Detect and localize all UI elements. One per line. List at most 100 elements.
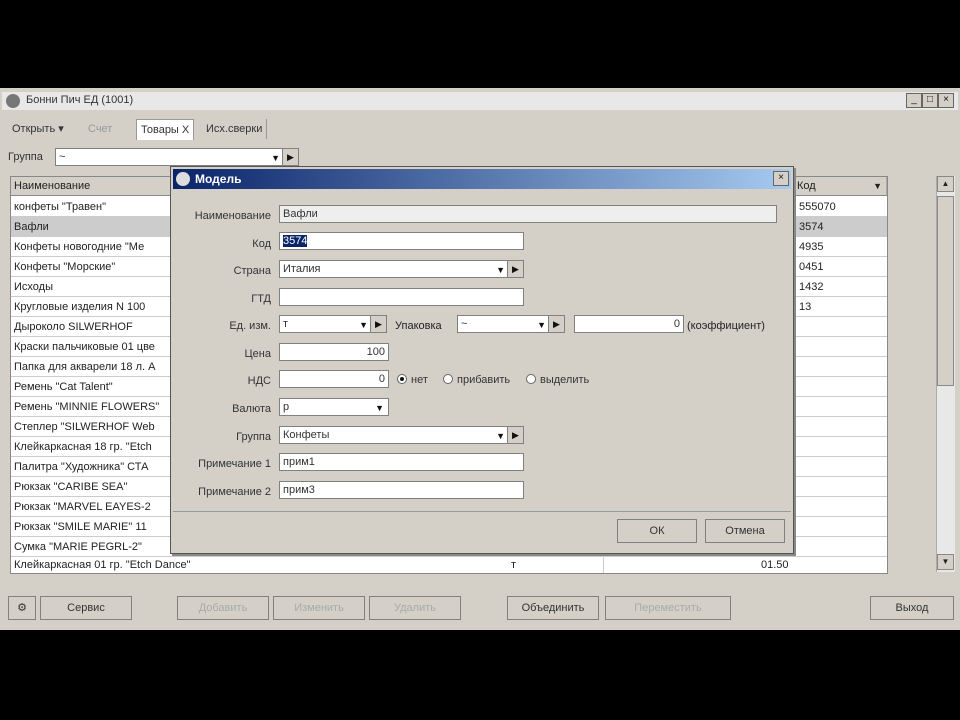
- code-field[interactable]: 3574: [279, 232, 524, 250]
- table-row-code[interactable]: [794, 397, 887, 417]
- group-filter-select[interactable]: ~ ▼ ▶: [55, 148, 299, 166]
- dialog-divider: [173, 511, 791, 512]
- table-row-code[interactable]: [794, 437, 887, 457]
- move-button[interactable]: Переместить: [605, 596, 731, 620]
- group-value: Конфеты: [283, 429, 330, 441]
- table-row-code[interactable]: [794, 537, 887, 557]
- group-filter-value: ~: [59, 151, 66, 163]
- table-row-name[interactable]: Палитра "Художника" СТА: [11, 457, 171, 477]
- exit-button[interactable]: Выход: [870, 596, 954, 620]
- vat-radio-none[interactable]: [397, 374, 407, 384]
- table-row-name[interactable]: Папка для акварели 18 л. А: [11, 357, 171, 377]
- arrow-right-icon[interactable]: ▶: [370, 316, 386, 332]
- note2-field[interactable]: прим3: [279, 481, 524, 499]
- table-row-name[interactable]: Рюкзак "CARIBE SEA": [11, 477, 171, 497]
- table-row-name[interactable]: Ремень "Cat Talent": [11, 377, 171, 397]
- vat-radio-extract[interactable]: [526, 374, 536, 384]
- table-row-code[interactable]: [794, 357, 887, 377]
- table-row-name[interactable]: Кругловые изделия N 100: [11, 297, 171, 317]
- cancel-button[interactable]: Отмена: [705, 519, 785, 543]
- unit-label: Ед. изм.: [229, 320, 271, 332]
- table-row-name[interactable]: Клейкаркасная 18 гр. "Etch: [11, 437, 171, 457]
- edit-button[interactable]: Изменить: [273, 596, 365, 620]
- arrow-right-icon[interactable]: ▶: [507, 427, 523, 443]
- column-header-name[interactable]: Наименование: [11, 177, 171, 196]
- table-row-code[interactable]: 555070: [794, 197, 887, 217]
- table-row-name[interactable]: Конфеты "Морские": [11, 257, 171, 277]
- table-row-name[interactable]: конфеты "Травен": [11, 197, 171, 217]
- table-row-code[interactable]: 0451: [794, 257, 887, 277]
- app-icon: [6, 94, 20, 108]
- name-field[interactable]: Вафли: [279, 205, 777, 223]
- table-row-code[interactable]: [794, 337, 887, 357]
- tab-open[interactable]: Открыть ▾: [8, 119, 68, 139]
- chevron-down-icon: ▼: [359, 320, 368, 330]
- minimize-button[interactable]: _: [906, 93, 922, 108]
- table-row-name[interactable]: Исходы: [11, 277, 171, 297]
- column-header-code-label: Код: [797, 180, 816, 192]
- column-header-code[interactable]: Код ▼: [794, 177, 887, 196]
- merge-button[interactable]: Объединить: [507, 596, 599, 620]
- table-row-code[interactable]: [794, 477, 887, 497]
- table-row-code[interactable]: [794, 457, 887, 477]
- price-field[interactable]: 100: [279, 343, 389, 361]
- scroll-thumb[interactable]: [937, 196, 954, 386]
- table-row-name[interactable]: Ремень "MINNIE FLOWERS": [11, 397, 171, 417]
- note1-field[interactable]: прим1: [279, 453, 524, 471]
- vertical-scrollbar[interactable]: ▲ ▼: [936, 176, 955, 572]
- name-label: Наименование: [194, 210, 271, 222]
- arrow-right-icon[interactable]: ▶: [282, 149, 298, 165]
- table-row-name[interactable]: Степлер "SILWERHOF Web: [11, 417, 171, 437]
- scroll-down-icon[interactable]: ▼: [937, 554, 954, 570]
- dialog-close-button[interactable]: ×: [773, 171, 789, 186]
- dialog-titlebar: Модель: [173, 169, 791, 189]
- country-label: Страна: [233, 265, 271, 277]
- chevron-down-icon: ▼: [375, 403, 384, 413]
- unit-select[interactable]: т ▼ ▶: [279, 315, 387, 333]
- window-titlebar: Бонни Пич ЕД (1001) _ □ ×: [2, 92, 958, 110]
- delete-button[interactable]: Удалить: [369, 596, 461, 620]
- table-row-code[interactable]: 4935: [794, 237, 887, 257]
- currency-label: Валюта: [232, 403, 271, 415]
- scroll-up-icon[interactable]: ▲: [937, 176, 954, 192]
- table-row-code[interactable]: 3574: [794, 217, 887, 237]
- service-button[interactable]: Сервис: [40, 596, 132, 620]
- last-row-unit: т: [511, 559, 517, 571]
- chevron-down-icon: ▼: [271, 153, 280, 163]
- package-select[interactable]: ~ ▼ ▶: [457, 315, 565, 333]
- arrow-right-icon[interactable]: ▶: [507, 261, 523, 277]
- tab-invoice[interactable]: Счет: [84, 119, 116, 139]
- table-row-name[interactable]: Сумка "MARIE PEGRL-2": [11, 537, 171, 557]
- table-row-code[interactable]: 1432: [794, 277, 887, 297]
- table-row-name[interactable]: Конфеты новогодние "Ме: [11, 237, 171, 257]
- maximize-button[interactable]: □: [922, 93, 938, 108]
- table-row-code[interactable]: [794, 377, 887, 397]
- coefficient-field[interactable]: 0: [574, 315, 684, 333]
- table-row-name[interactable]: Рюкзак "MARVEL EAYES-2: [11, 497, 171, 517]
- arrow-right-icon[interactable]: ▶: [548, 316, 564, 332]
- group-select[interactable]: Конфеты ▼ ▶: [279, 426, 524, 444]
- table-row-code[interactable]: [794, 517, 887, 537]
- table-row-code[interactable]: [794, 417, 887, 437]
- vat-field[interactable]: 0: [279, 370, 389, 388]
- table-row-name[interactable]: Краски пальчиковые 01 цве: [11, 337, 171, 357]
- add-button[interactable]: Добавить: [177, 596, 269, 620]
- vat-radio-add[interactable]: [443, 374, 453, 384]
- tab-goods[interactable]: Товары Х: [136, 119, 195, 140]
- table-row-last[interactable]: Клейкаркасная 01 гр. "Etch Dance" т 01.5…: [11, 556, 887, 573]
- tab-reconciliation[interactable]: Исх.сверки: [202, 119, 268, 139]
- table-row-name[interactable]: Вафли: [11, 217, 171, 237]
- ok-button[interactable]: ОК: [617, 519, 697, 543]
- country-select[interactable]: Италия ▼ ▶: [279, 260, 524, 278]
- table-row-code[interactable]: [794, 317, 887, 337]
- gear-icon: ⚙: [17, 602, 27, 614]
- currency-select[interactable]: р ▼: [279, 398, 389, 416]
- gtd-field[interactable]: [279, 288, 524, 306]
- table-row-code[interactable]: [794, 497, 887, 517]
- service-icon-button[interactable]: ⚙: [8, 596, 36, 620]
- table-row-name[interactable]: Дыроколо SILWERHOF: [11, 317, 171, 337]
- table-row-code[interactable]: 13: [794, 297, 887, 317]
- vat-label: НДС: [247, 375, 271, 387]
- table-row-name[interactable]: Рюкзак "SMILE MARIE" 11: [11, 517, 171, 537]
- close-button[interactable]: ×: [938, 93, 954, 108]
